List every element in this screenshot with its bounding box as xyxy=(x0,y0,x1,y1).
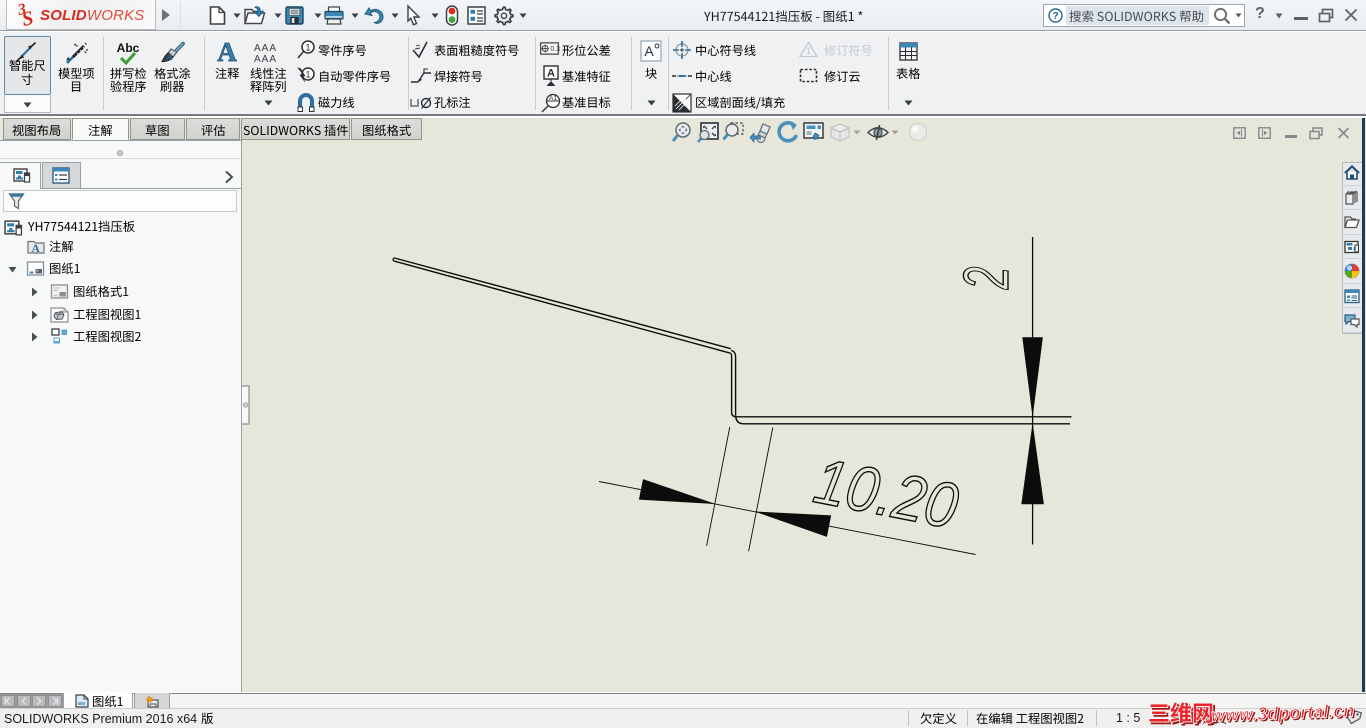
svg-text:A: A xyxy=(217,37,237,67)
svg-text:1: 1 xyxy=(305,70,310,80)
svg-text:2: 2 xyxy=(951,267,1022,291)
svg-text:A: A xyxy=(166,52,173,62)
svg-text:S: S xyxy=(20,7,35,31)
svg-text:AAA: AAA xyxy=(254,43,277,54)
svg-text:1: 1 xyxy=(305,43,310,53)
svg-text:AAA: AAA xyxy=(254,54,277,65)
svg-text:1: 1 xyxy=(806,46,811,56)
svg-text:0.3: 0.3 xyxy=(550,46,560,53)
svg-text:?: ? xyxy=(1052,11,1058,22)
svg-text:A1: A1 xyxy=(549,95,557,102)
svg-text:A: A xyxy=(547,68,555,80)
svg-text:A: A xyxy=(31,243,40,255)
svg-text:A: A xyxy=(644,43,654,59)
svg-text:10.20: 10.20 xyxy=(809,444,964,542)
